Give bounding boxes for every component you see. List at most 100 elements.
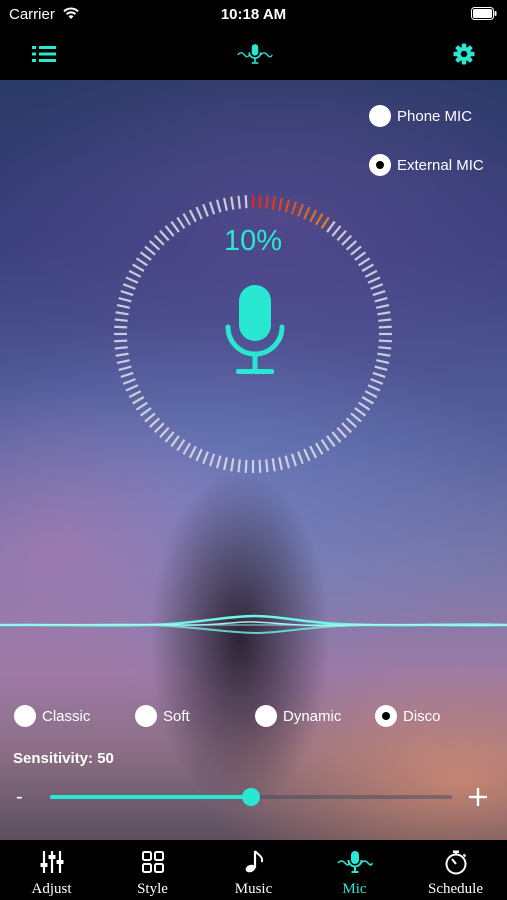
- dynamic-radio[interactable]: [255, 705, 277, 727]
- level-tick: [202, 203, 209, 217]
- level-tick: [378, 346, 392, 350]
- tab-style[interactable]: Style: [102, 840, 203, 900]
- level-tick: [176, 439, 186, 452]
- stopwatch-icon: [445, 850, 467, 875]
- style-classic-option[interactable]: Classic: [14, 705, 90, 727]
- list-icon: [32, 46, 56, 62]
- external-mic-radio[interactable]: [369, 154, 391, 176]
- level-tick: [265, 459, 269, 473]
- level-tick: [297, 451, 304, 465]
- mic-mode-button[interactable]: [237, 38, 273, 70]
- status-bar: Carrier 10:18 AM: [0, 0, 507, 28]
- style-options: Classic Soft Dynamic Disco: [0, 705, 507, 731]
- level-tick: [331, 431, 342, 443]
- mic-wave-icon: [237, 44, 273, 64]
- tab-mic-label: Mic: [342, 881, 367, 897]
- slider-thumb[interactable]: [242, 788, 260, 806]
- level-tick: [188, 209, 197, 223]
- nav-bar: [0, 28, 507, 80]
- level-tick: [170, 435, 180, 448]
- level-tick: [372, 290, 386, 297]
- level-tick: [114, 325, 128, 329]
- music-note-icon: [245, 850, 264, 873]
- level-tick: [336, 426, 347, 439]
- level-tick: [350, 412, 362, 423]
- level-tick: [164, 431, 175, 443]
- level-tick: [125, 384, 139, 392]
- level-tick: [128, 269, 142, 278]
- level-tick: [202, 451, 209, 465]
- level-tick: [223, 197, 228, 211]
- level-tick: [114, 339, 128, 343]
- level-tick: [345, 417, 358, 428]
- plus-icon[interactable]: [466, 785, 490, 809]
- tab-adjust[interactable]: Adjust: [1, 840, 102, 900]
- tab-music[interactable]: Music: [203, 840, 304, 900]
- level-tick: [341, 422, 353, 434]
- level-tick: [358, 401, 371, 411]
- level-tick: [115, 311, 129, 316]
- style-dynamic-option[interactable]: Dynamic: [255, 705, 341, 727]
- level-tick: [230, 458, 235, 472]
- tab-mic[interactable]: Mic: [304, 840, 405, 900]
- level-tick: [120, 290, 134, 297]
- external-mic-option[interactable]: External MIC: [369, 154, 484, 176]
- level-tick: [237, 459, 241, 473]
- level-tick: [153, 422, 165, 434]
- level-tick: [148, 417, 161, 428]
- level-tick: [135, 257, 148, 267]
- level-tick: [315, 442, 324, 455]
- level-tick: [290, 453, 297, 467]
- microphone-icon[interactable]: [225, 283, 285, 379]
- tab-music-label: Music: [234, 881, 273, 897]
- phone-mic-option[interactable]: Phone MIC: [369, 105, 472, 127]
- external-mic-label: External MIC: [397, 156, 484, 174]
- level-tick-active: [265, 195, 269, 209]
- sensitivity-minus-button[interactable]: -: [16, 784, 30, 810]
- tab-style-label: Style: [137, 881, 168, 897]
- soft-radio[interactable]: [135, 705, 157, 727]
- level-tick-active: [258, 195, 262, 209]
- status-time: 10:18 AM: [220, 6, 287, 23]
- level-tick: [326, 435, 336, 448]
- sensitivity-slider[interactable]: [50, 788, 452, 806]
- level-tick: [377, 352, 391, 357]
- level-tick: [128, 390, 142, 399]
- level-tick: [377, 311, 391, 316]
- level-tick: [125, 276, 139, 284]
- phone-mic-radio[interactable]: [369, 105, 391, 127]
- level-tick: [215, 199, 222, 213]
- level-tick: [237, 195, 241, 209]
- level-tick: [361, 396, 374, 405]
- level-tick: [284, 455, 291, 469]
- style-soft-option[interactable]: Soft: [135, 705, 190, 727]
- disco-radio[interactable]: [375, 705, 397, 727]
- level-tick: [120, 371, 134, 378]
- level-tick: [376, 359, 390, 364]
- menu-button[interactable]: [28, 38, 60, 70]
- level-tick: [114, 346, 128, 350]
- level-tick: [244, 195, 248, 209]
- level-tick: [116, 304, 130, 309]
- level-tick: [118, 296, 132, 303]
- level-tick-active: [271, 196, 276, 210]
- classic-radio[interactable]: [14, 705, 36, 727]
- level-tick: [367, 276, 381, 284]
- level-tick: [122, 378, 136, 385]
- sensitivity-label: Sensitivity: 50: [13, 750, 114, 767]
- level-tick: [258, 459, 262, 473]
- style-disco-option[interactable]: Disco: [375, 705, 441, 727]
- tab-adjust-label: Adjust: [31, 881, 72, 897]
- dynamic-label: Dynamic: [283, 707, 342, 725]
- sliders-icon: [40, 851, 64, 873]
- battery-icon: [471, 7, 497, 20]
- level-tick: [244, 459, 248, 473]
- level-tick: [374, 296, 388, 303]
- tab-schedule[interactable]: Schedule: [405, 840, 506, 900]
- settings-button[interactable]: [448, 38, 480, 70]
- tab-schedule-label: Schedule: [428, 881, 483, 897]
- level-percent: 10%: [223, 225, 283, 257]
- level-tick: [320, 439, 330, 452]
- level-tick: [115, 352, 129, 357]
- level-tick: [159, 426, 170, 439]
